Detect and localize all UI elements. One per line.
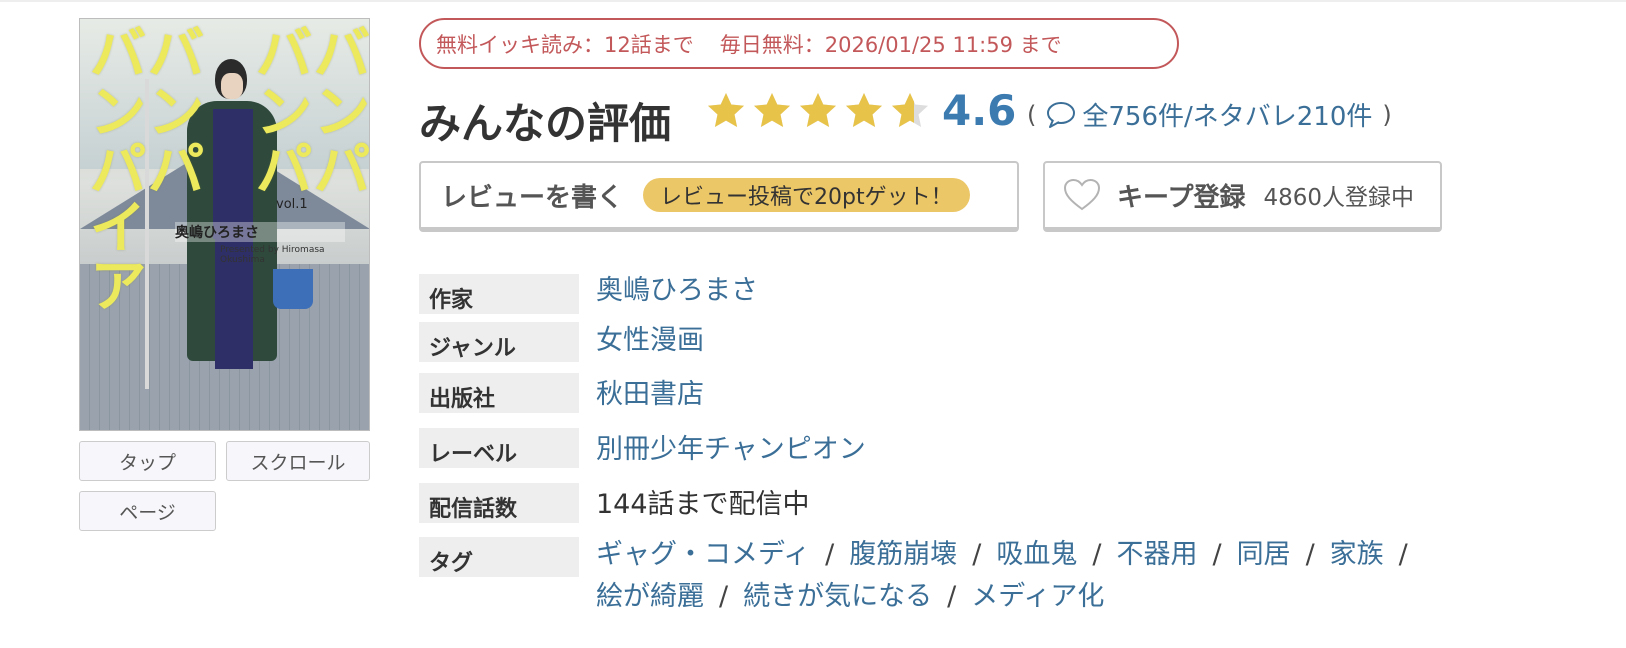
- tag-link[interactable]: 家族: [1330, 539, 1384, 570]
- tag-link[interactable]: 腹筋崩壊: [849, 539, 957, 570]
- view-mode-tap-button[interactable]: タップ: [79, 441, 216, 481]
- close-paren: ): [1382, 100, 1392, 129]
- tag-separator: /: [825, 539, 835, 570]
- rating-score: 4.6: [942, 86, 1017, 135]
- author-link[interactable]: 奥嶋ひろまさ: [596, 268, 758, 307]
- tag-separator: /: [719, 581, 729, 612]
- cover-title-1: バンパイア: [79, 23, 147, 313]
- rating-stars: [706, 91, 930, 131]
- review-count-text: 全756件/ネタバレ210件: [1082, 102, 1373, 132]
- tag-link[interactable]: 絵が綺麗: [596, 581, 704, 612]
- tag-list: ギャグ・コメディ / 腹筋崩壊 / 吸血鬼 / 不器用 / 同居 / 家族 / 絵が綺麗 / 続きが気になる…: [596, 534, 1456, 618]
- write-review-label: レビューを書く: [441, 182, 624, 213]
- tag-separator: /: [1398, 539, 1408, 570]
- tag-link[interactable]: 不器用: [1116, 539, 1197, 570]
- top-divider: [0, 0, 1626, 2]
- free-reading-notice: 無料イッキ読み：12話まで 毎日無料：2026/01/25 11:59 まで: [419, 18, 1179, 69]
- episode-count: 144話まで配信中: [596, 489, 810, 520]
- cover-author: 奥嶋ひろまさ: [175, 222, 345, 242]
- tag-link[interactable]: 続きが気になる: [743, 581, 932, 612]
- tag-link[interactable]: ギャグ・コメディ: [596, 539, 810, 570]
- star-icon: [892, 93, 928, 127]
- open-paren: (: [1027, 100, 1037, 129]
- star-icon: [846, 93, 882, 127]
- cover-title-2: バンパ: [137, 23, 205, 197]
- write-review-button[interactable]: レビューを書く レビュー投稿で20ptゲット！: [419, 161, 1019, 232]
- star-icon: [800, 93, 836, 127]
- tag-link[interactable]: 同居: [1237, 539, 1291, 570]
- view-mode-scroll-button[interactable]: スクロール: [226, 441, 370, 481]
- view-mode-page-button[interactable]: ページ: [79, 491, 216, 531]
- keep-count: 4860人登録中: [1263, 185, 1414, 211]
- keep-label: キープ登録: [1117, 182, 1246, 213]
- heart-icon: [1063, 178, 1101, 211]
- review-count-link[interactable]: ( 全756件/ネタバレ210件 ): [1027, 96, 1392, 133]
- star-icon: [754, 93, 790, 127]
- review-bonus-badge: レビュー投稿で20ptゲット！: [643, 178, 970, 212]
- tag-link[interactable]: 吸血鬼: [996, 539, 1077, 570]
- free-ikki-text: 無料イッキ読み：12話まで: [436, 32, 694, 57]
- tag-separator: /: [1092, 539, 1102, 570]
- publisher-link[interactable]: 秋田書店: [596, 372, 704, 411]
- free-daily-text: 毎日無料：2026/01/25 11:59 まで: [719, 32, 1062, 57]
- rating-heading: みんなの評価: [419, 99, 672, 148]
- genre-link[interactable]: 女性漫画: [596, 318, 704, 357]
- label-link[interactable]: 別冊少年チャンピオン: [596, 427, 866, 466]
- speech-bubble-icon: [1047, 101, 1076, 128]
- tag-separator: /: [947, 581, 957, 612]
- cover-presented: Presented by Hiromasa Okushima: [220, 245, 325, 265]
- info-label-genre: ジャンル: [419, 322, 579, 362]
- info-label-publisher: 出版社: [419, 373, 579, 413]
- tag-separator: /: [1212, 539, 1222, 570]
- info-label-author: 作家: [419, 274, 579, 314]
- cover-title-4: バンパ: [303, 23, 370, 197]
- tag-separator: /: [1305, 539, 1315, 570]
- tag-link[interactable]: メディア化: [971, 581, 1104, 612]
- cover-volume: vol.1: [276, 197, 308, 212]
- tag-separator: /: [972, 539, 982, 570]
- cover-title-3: バンパ: [245, 23, 313, 197]
- star-icon: [708, 93, 744, 127]
- keep-button[interactable]: キープ登録 4860人登録中: [1043, 161, 1442, 232]
- info-label-episodes: 配信話数: [419, 483, 579, 523]
- info-label-tags: タグ: [419, 537, 579, 577]
- cover-image[interactable]: バンパイア バンパ バンパ バンパ vol.1 奥嶋ひろまさ Presented…: [79, 18, 370, 431]
- info-label-label: レーベル: [419, 428, 579, 468]
